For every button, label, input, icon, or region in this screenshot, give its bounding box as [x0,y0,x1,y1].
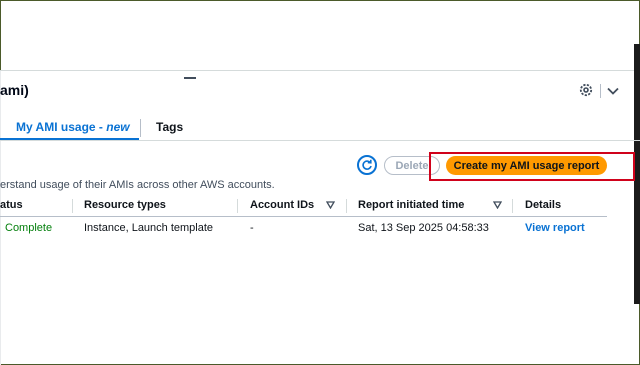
column-separator [237,199,238,213]
refresh-button[interactable] [357,155,377,175]
sort-down-icon[interactable] [493,201,502,209]
tab-tags[interactable]: Tags [156,120,183,134]
account-ids-value: - [250,222,254,234]
initiated-time-value: Sat, 13 Sep 2025 04:58:33 [358,222,489,234]
table-row: Complete Instance, Launch template - Sat… [0,219,607,237]
view-report-link[interactable]: View report [525,222,585,234]
tab-bar: My AMI usage - new Tags [0,116,640,141]
header-separator [600,84,601,98]
column-header-details[interactable]: Details [525,199,561,211]
sort-down-icon[interactable] [326,201,335,209]
column-separator [346,199,347,213]
resource-types-value: Instance, Launch template [84,222,214,234]
create-ami-usage-report-button[interactable]: Create my AMI usage report [446,156,607,175]
resize-handle[interactable] [184,77,196,79]
page-description: erstand usage of their AMIs across other… [0,179,275,191]
tab-my-ami-usage[interactable]: My AMI usage - new [16,120,130,134]
delete-button[interactable]: Delete [384,156,440,175]
column-separator [512,199,513,213]
top-divider [0,70,640,71]
table-header: atus Resource types Account IDs Report i… [0,197,607,214]
panel-title: ami) [0,82,29,98]
tab-separator [140,119,141,137]
column-header-report-initiated-time[interactable]: Report initiated time [358,199,464,211]
right-edge-bar [634,44,640,304]
column-separator [72,199,73,213]
column-header-resource-types[interactable]: Resource types [84,199,166,211]
tabs-divider [0,140,640,141]
chevron-down-icon[interactable] [606,84,620,98]
column-header-account-ids[interactable]: Account IDs [250,199,314,211]
status-value: Complete [5,222,53,234]
column-header-status[interactable]: atus [0,199,23,211]
header-divider [0,216,607,217]
refresh-icon [362,159,372,170]
gear-icon[interactable] [578,82,594,98]
